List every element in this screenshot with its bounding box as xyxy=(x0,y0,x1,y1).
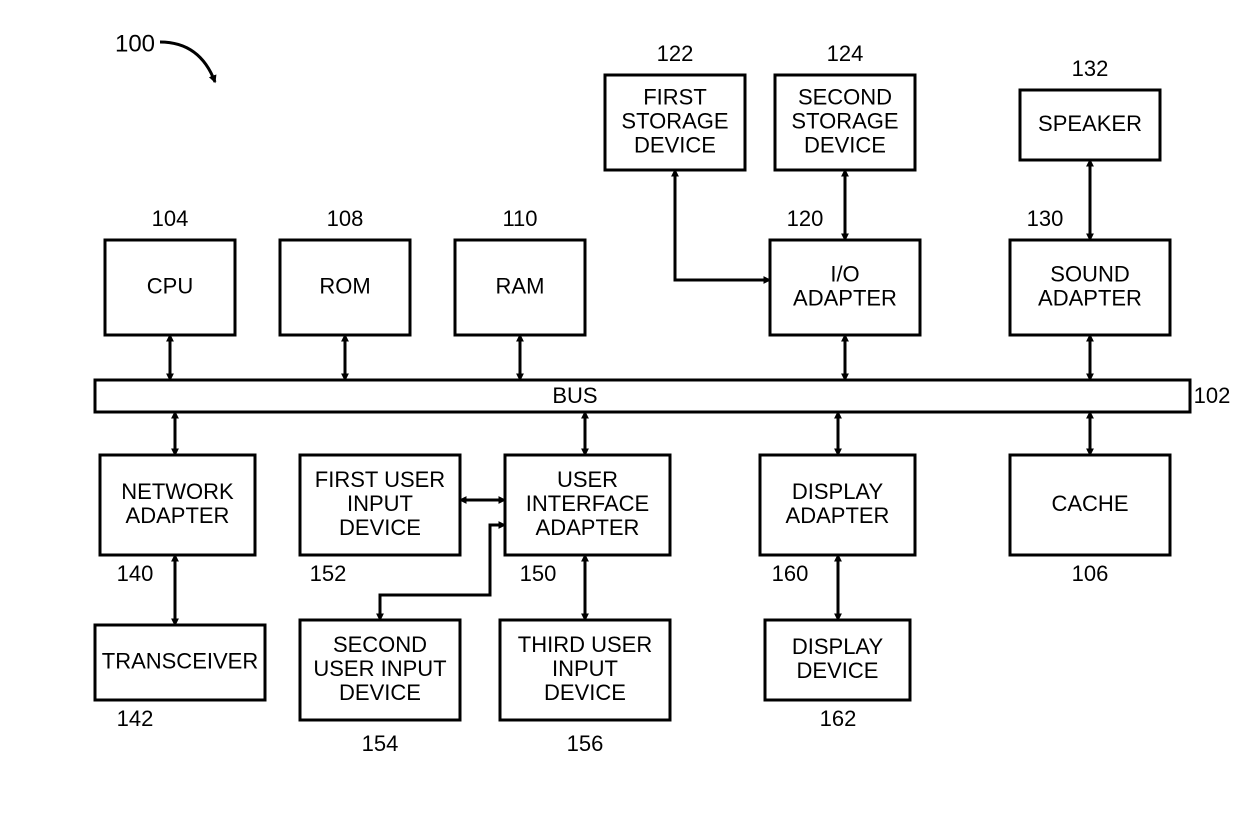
second-storage-label: SECONDSTORAGEDEVICE xyxy=(791,84,898,157)
svg-text:156: 156 xyxy=(567,731,604,756)
third-user-input-block: 156 THIRD USERINPUTDEVICE xyxy=(500,620,670,756)
svg-text:130: 130 xyxy=(1027,206,1064,231)
svg-text:160: 160 xyxy=(772,561,809,586)
cpu-label: CPU xyxy=(147,273,193,298)
transceiver-block: 142 TRANSCEIVER xyxy=(95,625,265,731)
cache-label: CACHE xyxy=(1051,491,1128,516)
bus-label: BUS xyxy=(552,383,597,408)
cpu-block: 104 CPU xyxy=(105,206,235,335)
svg-text:140: 140 xyxy=(117,561,154,586)
display-device-label: DISPLAYDEVICE xyxy=(792,634,884,683)
bus-block: BUS 102 xyxy=(95,380,1230,412)
figure-reference-arrow xyxy=(160,42,215,82)
svg-text:150: 150 xyxy=(520,561,557,586)
cache-block: 106 CACHE xyxy=(1010,455,1170,586)
figure-reference: 100 xyxy=(115,30,155,57)
second-storage-block: 124 SECONDSTORAGEDEVICE xyxy=(775,41,915,170)
svg-text:122: 122 xyxy=(657,41,694,66)
user-interface-adapter-block: 150 USERINTERFACEADAPTER xyxy=(505,455,670,586)
rom-label: ROM xyxy=(319,273,370,298)
svg-text:124: 124 xyxy=(827,41,864,66)
ram-block: 110 RAM xyxy=(455,206,585,335)
svg-text:110: 110 xyxy=(502,206,537,231)
svg-text:142: 142 xyxy=(117,706,154,731)
speaker-label: SPEAKER xyxy=(1038,111,1142,136)
second-user-input-block: 154 SECONDUSER INPUTDEVICE xyxy=(300,620,460,756)
svg-text:132: 132 xyxy=(1072,56,1109,81)
transceiver-label: TRANSCEIVER xyxy=(102,648,258,673)
svg-text:154: 154 xyxy=(362,731,399,756)
first-storage-block: 122 FIRSTSTORAGEDEVICE xyxy=(605,41,745,170)
svg-text:108: 108 xyxy=(327,206,364,231)
svg-text:162: 162 xyxy=(820,706,857,731)
svg-text:106: 106 xyxy=(1072,561,1109,586)
first-user-input-block: 152 FIRST USERINPUTDEVICE xyxy=(300,455,460,586)
svg-text:152: 152 xyxy=(310,561,347,586)
rom-block: 108 ROM xyxy=(280,206,410,335)
network-adapter-block: 140 NETWORKADAPTER xyxy=(100,455,255,586)
sound-adapter-label: SOUNDADAPTER xyxy=(1038,261,1142,310)
bus-ref: 102 xyxy=(1194,383,1231,408)
speaker-block: 132 SPEAKER xyxy=(1020,56,1160,160)
display-adapter-label: DISPLAYADAPTER xyxy=(786,479,890,528)
display-device-block: 162 DISPLAYDEVICE xyxy=(765,620,910,731)
svg-text:120: 120 xyxy=(787,206,824,231)
network-adapter-label: NETWORKADAPTER xyxy=(121,479,234,528)
svg-text:104: 104 xyxy=(152,206,189,231)
ram-label: RAM xyxy=(496,273,545,298)
connector xyxy=(675,170,770,280)
